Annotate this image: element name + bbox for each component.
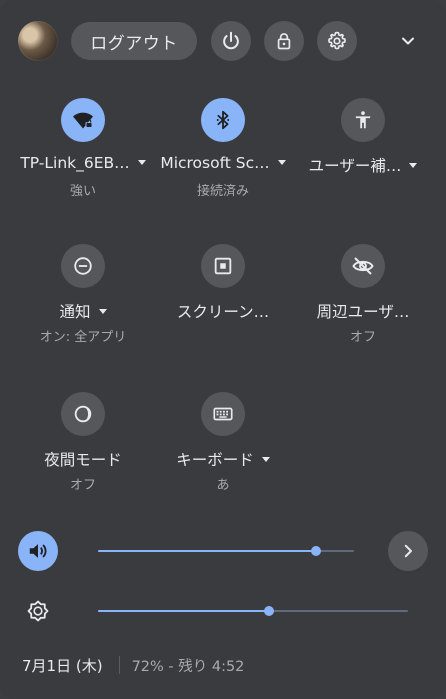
- tile-label: 周辺ユーザ…: [316, 303, 410, 321]
- dropdown-caret-icon[interactable]: [98, 309, 107, 314]
- audio-settings-button[interactable]: [388, 531, 428, 571]
- notifications-icon[interactable]: [61, 244, 105, 288]
- bluetooth-icon[interactable]: [201, 98, 245, 142]
- tile-notifications[interactable]: 通知 オン: 全アプリ: [9, 244, 157, 384]
- dropdown-caret-icon[interactable]: [277, 160, 286, 165]
- accessibility-icon[interactable]: [341, 98, 385, 142]
- brightness-row: [0, 591, 446, 635]
- tile-night-light[interactable]: 夜間モード オフ: [9, 392, 157, 532]
- brightness-slider-thumb[interactable]: [263, 606, 274, 616]
- dropdown-caret-icon[interactable]: [261, 457, 270, 462]
- lock-icon: [277, 33, 291, 50]
- brightness-slider[interactable]: [98, 606, 408, 616]
- settings-button[interactable]: [317, 21, 357, 61]
- tile-sublabel: オフ: [349, 330, 376, 345]
- tile-sublabel: オン: 全アプリ: [39, 330, 127, 345]
- volume-icon: [29, 544, 47, 558]
- tile-label: TP-Link_6EB…: [9, 154, 157, 172]
- collapse-button[interactable]: [388, 21, 428, 61]
- status-footer: 7月1日 (木) 72% - 残り 4:52: [22, 654, 244, 676]
- tile-sublabel: あ: [216, 478, 230, 493]
- gear-icon: [328, 31, 346, 50]
- tile-label: 夜間モード: [44, 451, 122, 469]
- nearby-share-icon[interactable]: [341, 244, 385, 288]
- logout-button[interactable]: ログアウト: [71, 22, 197, 60]
- mute-button[interactable]: [18, 531, 58, 571]
- tile-accessibility[interactable]: ユーザー補…: [289, 98, 437, 238]
- tile-wifi[interactable]: TP-Link_6EB… 強い: [9, 98, 157, 238]
- quick-settings-panel: ログアウト TP-Link_6EB… 強い Microsoft Sc… 接続済み…: [0, 0, 446, 699]
- night-light-icon[interactable]: [61, 392, 105, 436]
- top-bar: ログアウト: [0, 0, 446, 84]
- tile-label: スクリーン…: [176, 303, 270, 321]
- brightness-button: [18, 591, 58, 631]
- tile-label: キーボード: [149, 448, 297, 470]
- chevron-right-icon: [404, 544, 412, 558]
- screen-capture-icon[interactable]: [201, 244, 245, 288]
- wifi-secure-icon[interactable]: [61, 98, 105, 142]
- tile-bluetooth[interactable]: Microsoft Sc… 接続済み: [149, 98, 297, 238]
- tile-label: ユーザー補…: [289, 154, 437, 176]
- lock-button[interactable]: [264, 21, 304, 61]
- tile-screen-capture[interactable]: スクリーン…: [149, 244, 297, 384]
- divider: [118, 656, 120, 674]
- keyboard-icon[interactable]: [201, 392, 245, 436]
- chevron-down-icon: [402, 37, 414, 45]
- volume-slider[interactable]: [98, 546, 354, 556]
- volume-slider-thumb[interactable]: [310, 546, 321, 556]
- brightness-icon: [27, 600, 49, 622]
- tile-label: 通知: [9, 300, 157, 322]
- date-label[interactable]: 7月1日 (木): [22, 655, 103, 676]
- power-icon: [223, 31, 239, 50]
- tile-label: Microsoft Sc…: [149, 154, 297, 172]
- dropdown-caret-icon[interactable]: [409, 163, 418, 168]
- tile-sublabel: 強い: [69, 184, 96, 199]
- dropdown-caret-icon[interactable]: [137, 160, 146, 165]
- battery-status[interactable]: 72% - 残り 4:52: [132, 655, 245, 676]
- avatar[interactable]: [18, 21, 58, 61]
- volume-row: [0, 531, 446, 575]
- tile-nearby-share[interactable]: 周辺ユーザ… オフ: [289, 244, 437, 384]
- tile-sublabel: 接続済み: [196, 184, 249, 199]
- tile-sublabel: オフ: [69, 478, 96, 493]
- tile-keyboard[interactable]: キーボード あ: [149, 392, 297, 532]
- power-button[interactable]: [211, 21, 251, 61]
